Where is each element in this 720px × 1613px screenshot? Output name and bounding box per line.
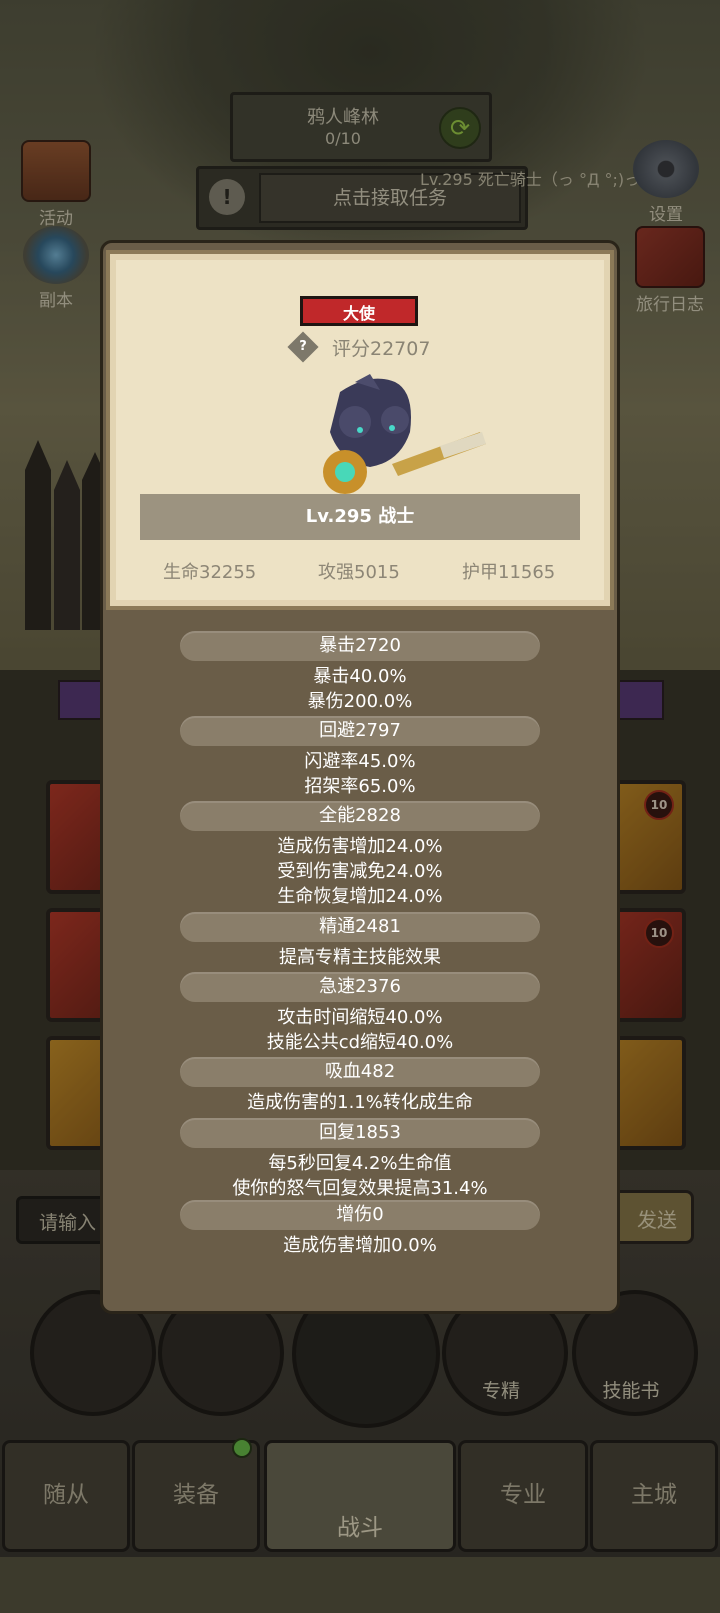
- stat-header-crit: 暴击2720: [180, 631, 540, 661]
- armor-stat: 护甲11565: [462, 562, 556, 583]
- stat-line: 攻击时间缩短40.0%: [277, 1007, 443, 1028]
- stat-header-haste: 急速2376: [180, 972, 540, 1002]
- stat-line: 造成伤害增加24.0%: [277, 836, 443, 857]
- stat-line: 闪避率45.0%: [304, 751, 416, 772]
- stat-header-regen: 回复1853: [180, 1118, 540, 1148]
- stat-header-damage-bonus: 增伤0: [180, 1200, 540, 1230]
- stat-line: 招架率65.0%: [304, 776, 416, 797]
- hp-stat: 生命32255: [163, 562, 257, 583]
- help-icon[interactable]: ?: [287, 331, 319, 363]
- stat-header-lifesteal: 吸血482: [180, 1057, 540, 1087]
- level-class-bar: Lv.295 战士: [140, 494, 580, 540]
- stat-line: 生命恢复增加24.0%: [277, 886, 443, 907]
- stat-line: 暴伤200.0%: [307, 691, 413, 712]
- stat-line: 提高专精主技能效果: [279, 947, 441, 968]
- score-text: 评分22707: [332, 338, 431, 360]
- stat-line: 受到伤害减免24.0%: [277, 861, 443, 882]
- stat-header-avoidance: 回避2797: [180, 716, 540, 746]
- stat-header-mastery: 精通2481: [180, 912, 540, 942]
- stat-line: 造成伤害的1.1%转化成生命: [247, 1092, 473, 1113]
- title-badge: 大使: [300, 296, 418, 326]
- hero-portrait: [323, 374, 486, 494]
- stat-line: 技能公共cd缩短40.0%: [266, 1032, 454, 1053]
- attack-stat: 攻强5015: [318, 562, 400, 583]
- stat-header-versatility: 全能2828: [180, 801, 540, 831]
- stat-line: 每5秒回复4.2%生命值: [268, 1153, 452, 1174]
- stat-line: 造成伤害增加0.0%: [283, 1235, 437, 1256]
- stat-line: 使你的怒气回复效果提高31.4%: [232, 1178, 488, 1199]
- stat-line: 暴击40.0%: [313, 666, 407, 687]
